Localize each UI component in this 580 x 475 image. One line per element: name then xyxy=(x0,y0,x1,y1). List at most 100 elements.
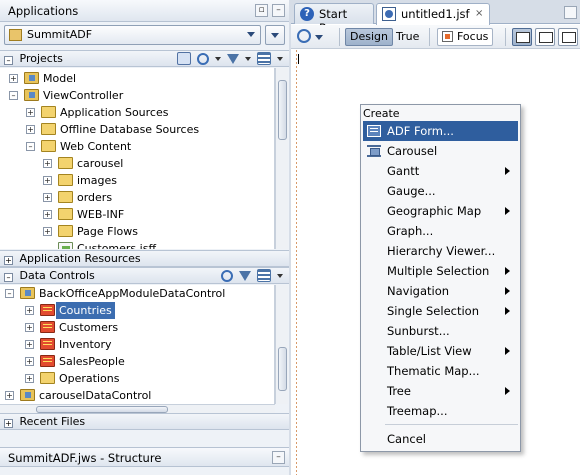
minimize-icon[interactable]: – xyxy=(272,4,285,17)
data-controls-scrollbar[interactable] xyxy=(275,285,288,404)
tree-row[interactable]: + Inventory xyxy=(0,336,274,353)
expand-icon[interactable]: + xyxy=(43,193,52,202)
tree-item-label: orders xyxy=(77,191,113,204)
minimize-icon[interactable]: – xyxy=(272,451,285,464)
expand-icon[interactable]: + xyxy=(43,227,52,236)
chevron-down-icon[interactable] xyxy=(277,273,283,278)
tree-item-label: carouselDataControl xyxy=(39,389,152,402)
refresh-icon[interactable] xyxy=(297,29,311,43)
app-resources-section-header[interactable]: + Application Resources xyxy=(0,250,289,267)
tree-row[interactable]: + carousel xyxy=(0,155,274,172)
expand-icon[interactable]: + xyxy=(43,176,52,185)
tablet-view-button[interactable] xyxy=(535,28,555,46)
collapse-icon[interactable]: – xyxy=(4,56,13,65)
design-button[interactable]: Design xyxy=(345,28,393,46)
collapse-icon[interactable]: – xyxy=(5,289,14,298)
tree-row[interactable]: + Operations xyxy=(0,370,274,387)
tree-row[interactable]: + orders xyxy=(0,189,274,206)
tab-untitled1[interactable]: untitled1.jsf × xyxy=(376,3,490,25)
data-controls-section-header[interactable]: – Data Controls xyxy=(0,267,289,284)
menu-item-cancel[interactable]: Cancel xyxy=(363,429,518,449)
menu-item-hierarchy-viewer[interactable]: Hierarchy Viewer... xyxy=(363,241,518,261)
menu-item-thematic-map[interactable]: Thematic Map... xyxy=(363,361,518,381)
application-select-value: SummitADF xyxy=(27,28,93,41)
menu-item-tree[interactable]: Tree xyxy=(363,381,518,401)
recent-files-section-header[interactable]: + Recent Files xyxy=(0,413,289,430)
filter-icon[interactable] xyxy=(239,270,251,281)
projects-section-header[interactable]: – Projects xyxy=(0,50,289,67)
expand-icon[interactable]: + xyxy=(25,306,34,315)
refresh-icon[interactable] xyxy=(221,269,233,282)
expand-icon[interactable]: + xyxy=(43,210,52,219)
data-controls-tree[interactable]: – BackOfficeAppModuleDataControl + Countrie… xyxy=(0,285,275,404)
collapse-icon[interactable]: – xyxy=(9,91,18,100)
tree-row[interactable]: + images xyxy=(0,172,274,189)
menu-item-table-list-view[interactable]: Table/List View xyxy=(363,341,518,361)
scrollbar-thumb[interactable] xyxy=(36,406,168,413)
projects-tree[interactable]: + Model – ViewController + Application Source… xyxy=(0,68,275,249)
scrollbar-thumb[interactable] xyxy=(278,80,287,140)
tab-list-button[interactable] xyxy=(564,6,577,19)
phone-view-button[interactable] xyxy=(558,28,578,46)
tree-row[interactable]: + Countries xyxy=(0,302,274,319)
expand-icon[interactable]: + xyxy=(25,340,34,349)
menu-item-label: ADF Form... xyxy=(387,124,454,138)
menu-item-carousel[interactable]: Carousel xyxy=(363,141,518,161)
menu-item-graph[interactable]: Graph... xyxy=(363,221,518,241)
tree-row[interactable]: + Customers xyxy=(0,319,274,336)
menu-item-gantt[interactable]: Gantt xyxy=(363,161,518,181)
menu-item-single-selection[interactable]: Single Selection xyxy=(363,301,518,321)
restore-icon[interactable]: ▫ xyxy=(255,4,268,17)
tree-row[interactable]: + carouselDataControl xyxy=(0,387,274,404)
tree-row[interactable]: – Web Content xyxy=(0,138,274,155)
expand-icon[interactable]: + xyxy=(26,108,35,117)
application-select[interactable]: SummitADF xyxy=(4,25,261,45)
expand-icon[interactable]: + xyxy=(4,419,13,428)
menu-item-sunburst[interactable]: Sunburst... xyxy=(363,321,518,341)
search-icon[interactable] xyxy=(177,52,191,65)
toolbar-divider xyxy=(429,28,430,46)
true-button[interactable]: True xyxy=(391,28,424,46)
menu-item-gauge[interactable]: Gauge... xyxy=(363,181,518,201)
chevron-down-icon[interactable] xyxy=(245,56,251,61)
expand-icon[interactable]: + xyxy=(25,357,34,366)
focus-button[interactable]: Focus xyxy=(437,28,494,46)
collapse-icon[interactable]: – xyxy=(26,142,35,151)
tree-row[interactable]: Customers.jsff xyxy=(0,240,274,249)
sync-icon[interactable] xyxy=(197,52,209,65)
filter-icon[interactable] xyxy=(227,53,239,64)
chevron-down-icon[interactable] xyxy=(215,56,221,61)
expand-icon[interactable]: + xyxy=(4,256,13,265)
menu-item-adf-form[interactable]: ADF Form... xyxy=(363,121,518,141)
expand-icon[interactable]: + xyxy=(25,374,34,383)
layout-options-icon[interactable] xyxy=(257,269,271,282)
application-menu-button[interactable] xyxy=(265,25,285,45)
layout-options-icon[interactable] xyxy=(257,52,271,65)
menu-item-navigation[interactable]: Navigation xyxy=(363,281,518,301)
projects-scrollbar[interactable] xyxy=(275,68,288,249)
tree-row[interactable]: + Offline Database Sources xyxy=(0,121,274,138)
menu-item-treemap[interactable]: Treemap... xyxy=(363,401,518,421)
chevron-down-icon[interactable] xyxy=(277,56,283,61)
tree-item-label: WEB-INF xyxy=(77,208,125,221)
tab-start-page[interactable]: ? Start Page xyxy=(294,3,374,35)
desktop-view-button[interactable] xyxy=(512,28,532,46)
tree-row[interactable]: – BackOfficeAppModuleDataControl xyxy=(0,285,274,302)
expand-icon[interactable]: + xyxy=(25,323,34,332)
tree-row[interactable]: + SalesPeople xyxy=(0,353,274,370)
menu-item-geographic-map[interactable]: Geographic Map xyxy=(363,201,518,221)
collapse-icon[interactable]: – xyxy=(4,273,13,282)
chevron-down-icon[interactable] xyxy=(315,35,323,40)
tree-row[interactable]: + Model xyxy=(0,70,274,87)
expand-icon[interactable]: + xyxy=(9,74,18,83)
tree-row[interactable]: – ViewController xyxy=(0,87,274,104)
tree-row[interactable]: + Page Flows xyxy=(0,223,274,240)
menu-item-multiple-selection[interactable]: Multiple Selection xyxy=(363,261,518,281)
expand-icon[interactable]: + xyxy=(5,391,14,400)
close-icon[interactable]: × xyxy=(475,9,484,19)
expand-icon[interactable]: + xyxy=(26,125,35,134)
expand-icon[interactable]: + xyxy=(43,159,52,168)
tree-row[interactable]: + Application Sources xyxy=(0,104,274,121)
scrollbar-thumb[interactable] xyxy=(278,347,287,391)
tree-row[interactable]: + WEB-INF xyxy=(0,206,274,223)
